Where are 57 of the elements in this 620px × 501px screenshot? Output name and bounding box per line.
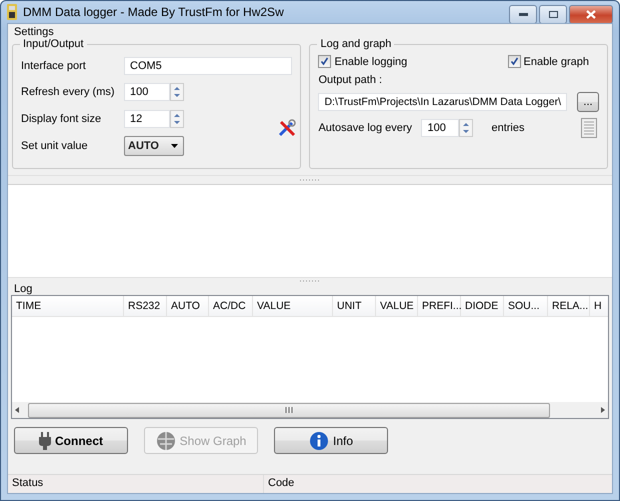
horizontal-scrollbar[interactable] <box>12 402 608 418</box>
number-field[interactable]: 12 <box>124 110 170 128</box>
plug-icon <box>39 432 51 450</box>
path-field[interactable]: D:\TrustFm\Projects\In Lazarus\DMM Data Logger\ <box>318 93 567 111</box>
notepad-icon[interactable] <box>581 118 597 138</box>
column-header[interactable]: PREFI... <box>418 296 461 316</box>
column-header[interactable]: UNIT <box>333 296 376 316</box>
column-header[interactable]: SOU... <box>504 296 548 316</box>
caret-icon <box>171 144 178 148</box>
group-title: Input/Output <box>20 38 87 50</box>
close-button[interactable] <box>569 5 613 24</box>
column-header[interactable]: H <box>590 296 604 316</box>
column-header[interactable]: AC/DC <box>209 296 253 316</box>
column-header[interactable]: AUTO <box>167 296 209 316</box>
field-label: Set unit value <box>21 140 89 152</box>
field-label: Refresh every (ms) <box>21 86 116 98</box>
checkbox-label: Enable logging <box>334 56 408 68</box>
info-icon <box>308 430 329 450</box>
unit-dropdown[interactable]: AUTO <box>124 136 184 156</box>
column-header[interactable]: RELA... <box>548 296 590 316</box>
port-field[interactable]: COM5 <box>124 56 292 75</box>
spin-buttons[interactable] <box>170 83 184 102</box>
spin-buttons[interactable] <box>170 110 184 128</box>
column-header[interactable]: VALUE <box>253 296 333 316</box>
column-header[interactable]: TIME <box>12 296 124 316</box>
checkbox-label: Enable graph <box>524 56 589 68</box>
maximize-icon <box>548 11 558 18</box>
minimize-icon <box>518 13 528 16</box>
section-label: Settings <box>13 25 55 38</box>
globe-icon <box>156 430 176 450</box>
connect-button[interactable]: Connect <box>14 427 128 454</box>
number-field[interactable]: 100 <box>124 83 170 102</box>
field-label: Interface port <box>21 60 87 72</box>
minimize-button[interactable] <box>509 5 537 24</box>
app-icon <box>7 4 17 20</box>
checkbox[interactable] <box>318 55 332 68</box>
column-header[interactable]: VALUE <box>376 296 418 316</box>
field-label: Display font size <box>21 112 102 125</box>
column-header[interactable]: RS232 <box>124 296 167 316</box>
window-title: DMM Data logger - Made By TrustFm for Hw2Sw <box>23 5 284 19</box>
section-label: Log <box>13 283 34 295</box>
tools-icon[interactable] <box>278 119 296 137</box>
close-icon <box>586 10 596 19</box>
field-label: Autosave log every <box>318 122 414 134</box>
grip-icon <box>285 407 293 413</box>
field-label: Output path : <box>318 74 384 86</box>
status-text: Status <box>8 475 264 493</box>
spin-buttons[interactable] <box>459 119 474 137</box>
checkbox[interactable] <box>508 55 521 68</box>
field-suffix: entries <box>491 122 524 134</box>
column-header[interactable]: DIODE <box>461 296 504 316</box>
group-title: Log and graph <box>317 38 394 50</box>
status-text: Code <box>267 476 296 491</box>
browse-button[interactable]: ... <box>577 92 599 112</box>
maximize-button[interactable] <box>539 5 567 24</box>
number-field[interactable]: 100 <box>421 119 460 137</box>
info-button[interactable]: Info <box>274 427 388 454</box>
